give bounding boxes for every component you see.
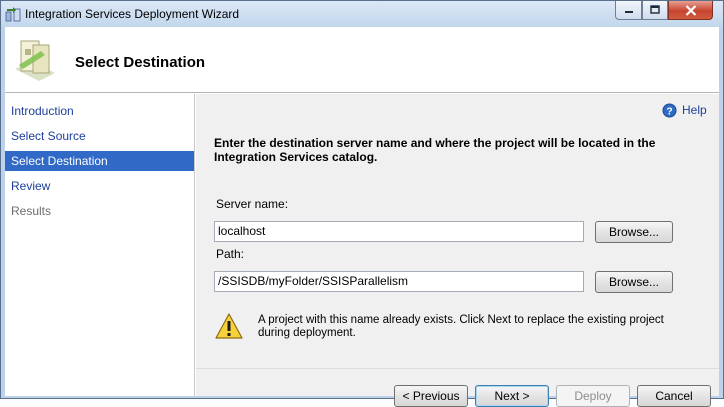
deploy-button: Deploy [556,385,630,407]
next-button[interactable]: Next > [475,385,549,407]
wizard-body: Select Destination Introduction Select S… [5,27,719,407]
server-browse-button[interactable]: Browse... [595,221,673,243]
maximize-button[interactable] [642,1,668,20]
warning-icon [215,313,243,339]
svg-text:?: ? [666,106,672,117]
page-header: Select Destination [5,27,719,93]
cancel-button[interactable]: Cancel [637,385,711,407]
path-label: Path: [216,247,245,261]
server-name-input[interactable]: localhost [214,221,584,242]
footer-divider [196,368,719,369]
page-title: Select Destination [75,54,206,71]
server-name-label: Server name: [216,197,289,211]
minimize-button[interactable] [615,1,642,20]
wizard-destination-icon [15,40,55,81]
step-content: ? Help Enter the destination server name… [196,94,719,407]
minimize-icon [624,11,633,13]
close-button[interactable] [668,1,713,20]
step-review[interactable]: Review [5,176,194,196]
path-input[interactable]: /SSISDB/myFolder/SSISParallelism [214,271,584,292]
step-results: Results [11,204,52,218]
title-bar[interactable]: Integration Services Deployment Wizard [1,1,723,27]
wizard-steps: Introduction Select Source Select Destin… [5,94,195,396]
path-browse-button[interactable]: Browse... [595,271,673,293]
step-select-source[interactable]: Select Source [5,126,194,146]
step-select-destination[interactable]: Select Destination [5,151,194,171]
step-introduction[interactable]: Introduction [5,101,194,121]
instructions-text: Enter the destination server name and wh… [214,136,656,164]
ssis-deploy-icon [5,7,21,22]
help-label: Help [682,103,707,117]
close-icon [685,4,696,16]
window-title: Integration Services Deployment Wizard [25,7,240,21]
wizard-window: Integration Services Deployment Wizard S… [0,0,724,407]
maximize-icon [650,5,660,14]
previous-button[interactable]: < Previous [394,385,468,407]
warning-message: A project with this name already exists.… [258,314,664,339]
help-link[interactable]: ? Help [662,102,707,118]
help-icon: ? [662,102,677,118]
